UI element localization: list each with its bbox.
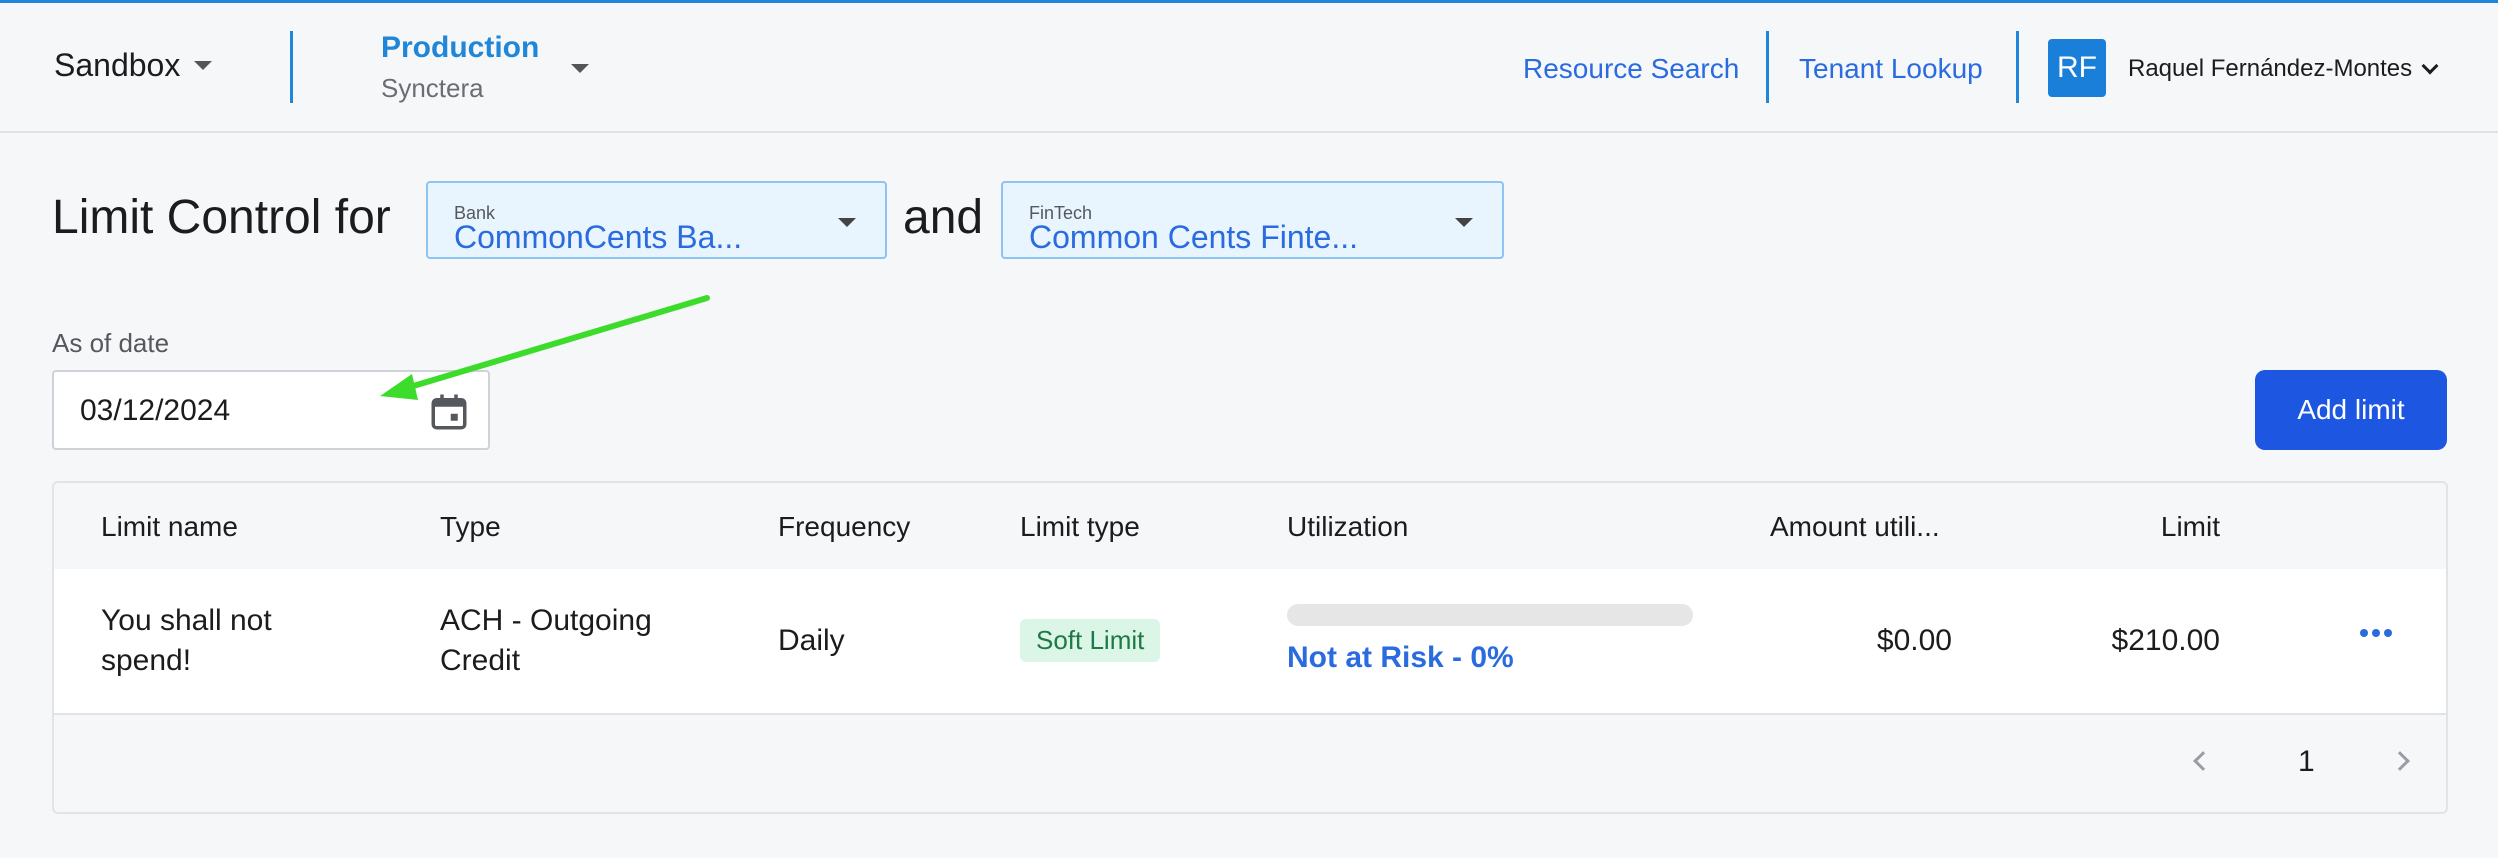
fintech-select-value: Common Cents Finte... [1029, 219, 1358, 255]
date-label: As of date [52, 328, 170, 358]
amount-utilized-cell: $0.00 [1876, 624, 1952, 657]
column-header[interactable]: Limit type [1020, 511, 1140, 543]
utilization-bar [1287, 604, 1693, 626]
limit-type-badge: Soft Limit [1020, 619, 1161, 662]
fintech-select[interactable]: FinTech Common Cents Finte... [1001, 181, 1504, 259]
caret-down-icon [194, 61, 213, 70]
avatar[interactable]: RF [2048, 39, 2106, 97]
bank-select-value: CommonCents Ba... [454, 219, 743, 255]
column-header[interactable]: Frequency [778, 511, 910, 543]
add-limit-button[interactable]: Add limit [2255, 370, 2447, 450]
user-name: Raquel Fernández-Montes [2128, 55, 2413, 82]
type-cell: ACH - Outgoing Credit [440, 601, 652, 681]
tenant-lookup-link[interactable]: Tenant Lookup [1799, 53, 1983, 85]
limits-table: Limit name Type Frequency Limit type Uti… [52, 481, 2448, 814]
column-header[interactable]: Utilization [1287, 511, 1408, 543]
and-label: and [903, 191, 984, 244]
caret-down-icon [571, 64, 589, 73]
more-actions-icon[interactable] [2360, 629, 2392, 637]
dot [2360, 629, 2368, 637]
org-switcher[interactable]: Production Synctera [381, 31, 589, 104]
table-header: Limit name Type Frequency Limit type Uti… [54, 483, 2446, 569]
caret-down-icon [838, 218, 856, 227]
next-page-icon[interactable] [2390, 751, 2410, 771]
header-divider [1766, 31, 1769, 103]
dot [2372, 629, 2380, 637]
limit-name-line: You shall not [101, 604, 272, 637]
page-title: Limit Control for [52, 191, 391, 244]
limit-cell: $210.00 [2111, 624, 2220, 657]
chevron-down-icon [2421, 57, 2439, 75]
environment-switcher[interactable]: Sandbox [54, 47, 213, 84]
frequency-cell: Daily [778, 624, 845, 657]
column-header[interactable]: Limit name [101, 511, 238, 543]
annotation-arrow [380, 295, 710, 400]
header-divider [290, 31, 293, 103]
org-subtitle: Synctera [381, 73, 484, 103]
caret-down-icon [1455, 218, 1473, 227]
limit-name-line: spend! [101, 644, 192, 677]
column-header[interactable]: Type [440, 511, 501, 543]
date-value: 03/12/2024 [80, 394, 231, 427]
prev-page-icon[interactable] [2193, 751, 2213, 771]
app-header: Sandbox Production Synctera Resource Sea… [0, 3, 2498, 133]
user-menu[interactable]: Raquel Fernández-Montes [2128, 55, 2439, 83]
type-line: ACH - Outgoing [440, 604, 652, 637]
limit-name-cell: You shall not spend! [101, 601, 272, 681]
header-divider [2016, 31, 2019, 103]
dot [2384, 629, 2392, 637]
column-header[interactable]: Limit [2161, 511, 2220, 543]
table-row[interactable]: You shall not spend! ACH - Outgoing Cred… [54, 569, 2446, 715]
environment-label: Sandbox [54, 47, 181, 83]
org-name: Production [381, 31, 540, 64]
resource-search-link[interactable]: Resource Search [1523, 53, 1739, 85]
type-line: Credit [440, 644, 521, 677]
column-header[interactable]: Amount utili... [1770, 511, 1940, 543]
utilization-status[interactable]: Not at Risk - 0% [1287, 641, 1514, 675]
bank-select[interactable]: Bank CommonCents Ba... [426, 181, 887, 259]
current-page[interactable]: 1 [2298, 745, 2315, 779]
